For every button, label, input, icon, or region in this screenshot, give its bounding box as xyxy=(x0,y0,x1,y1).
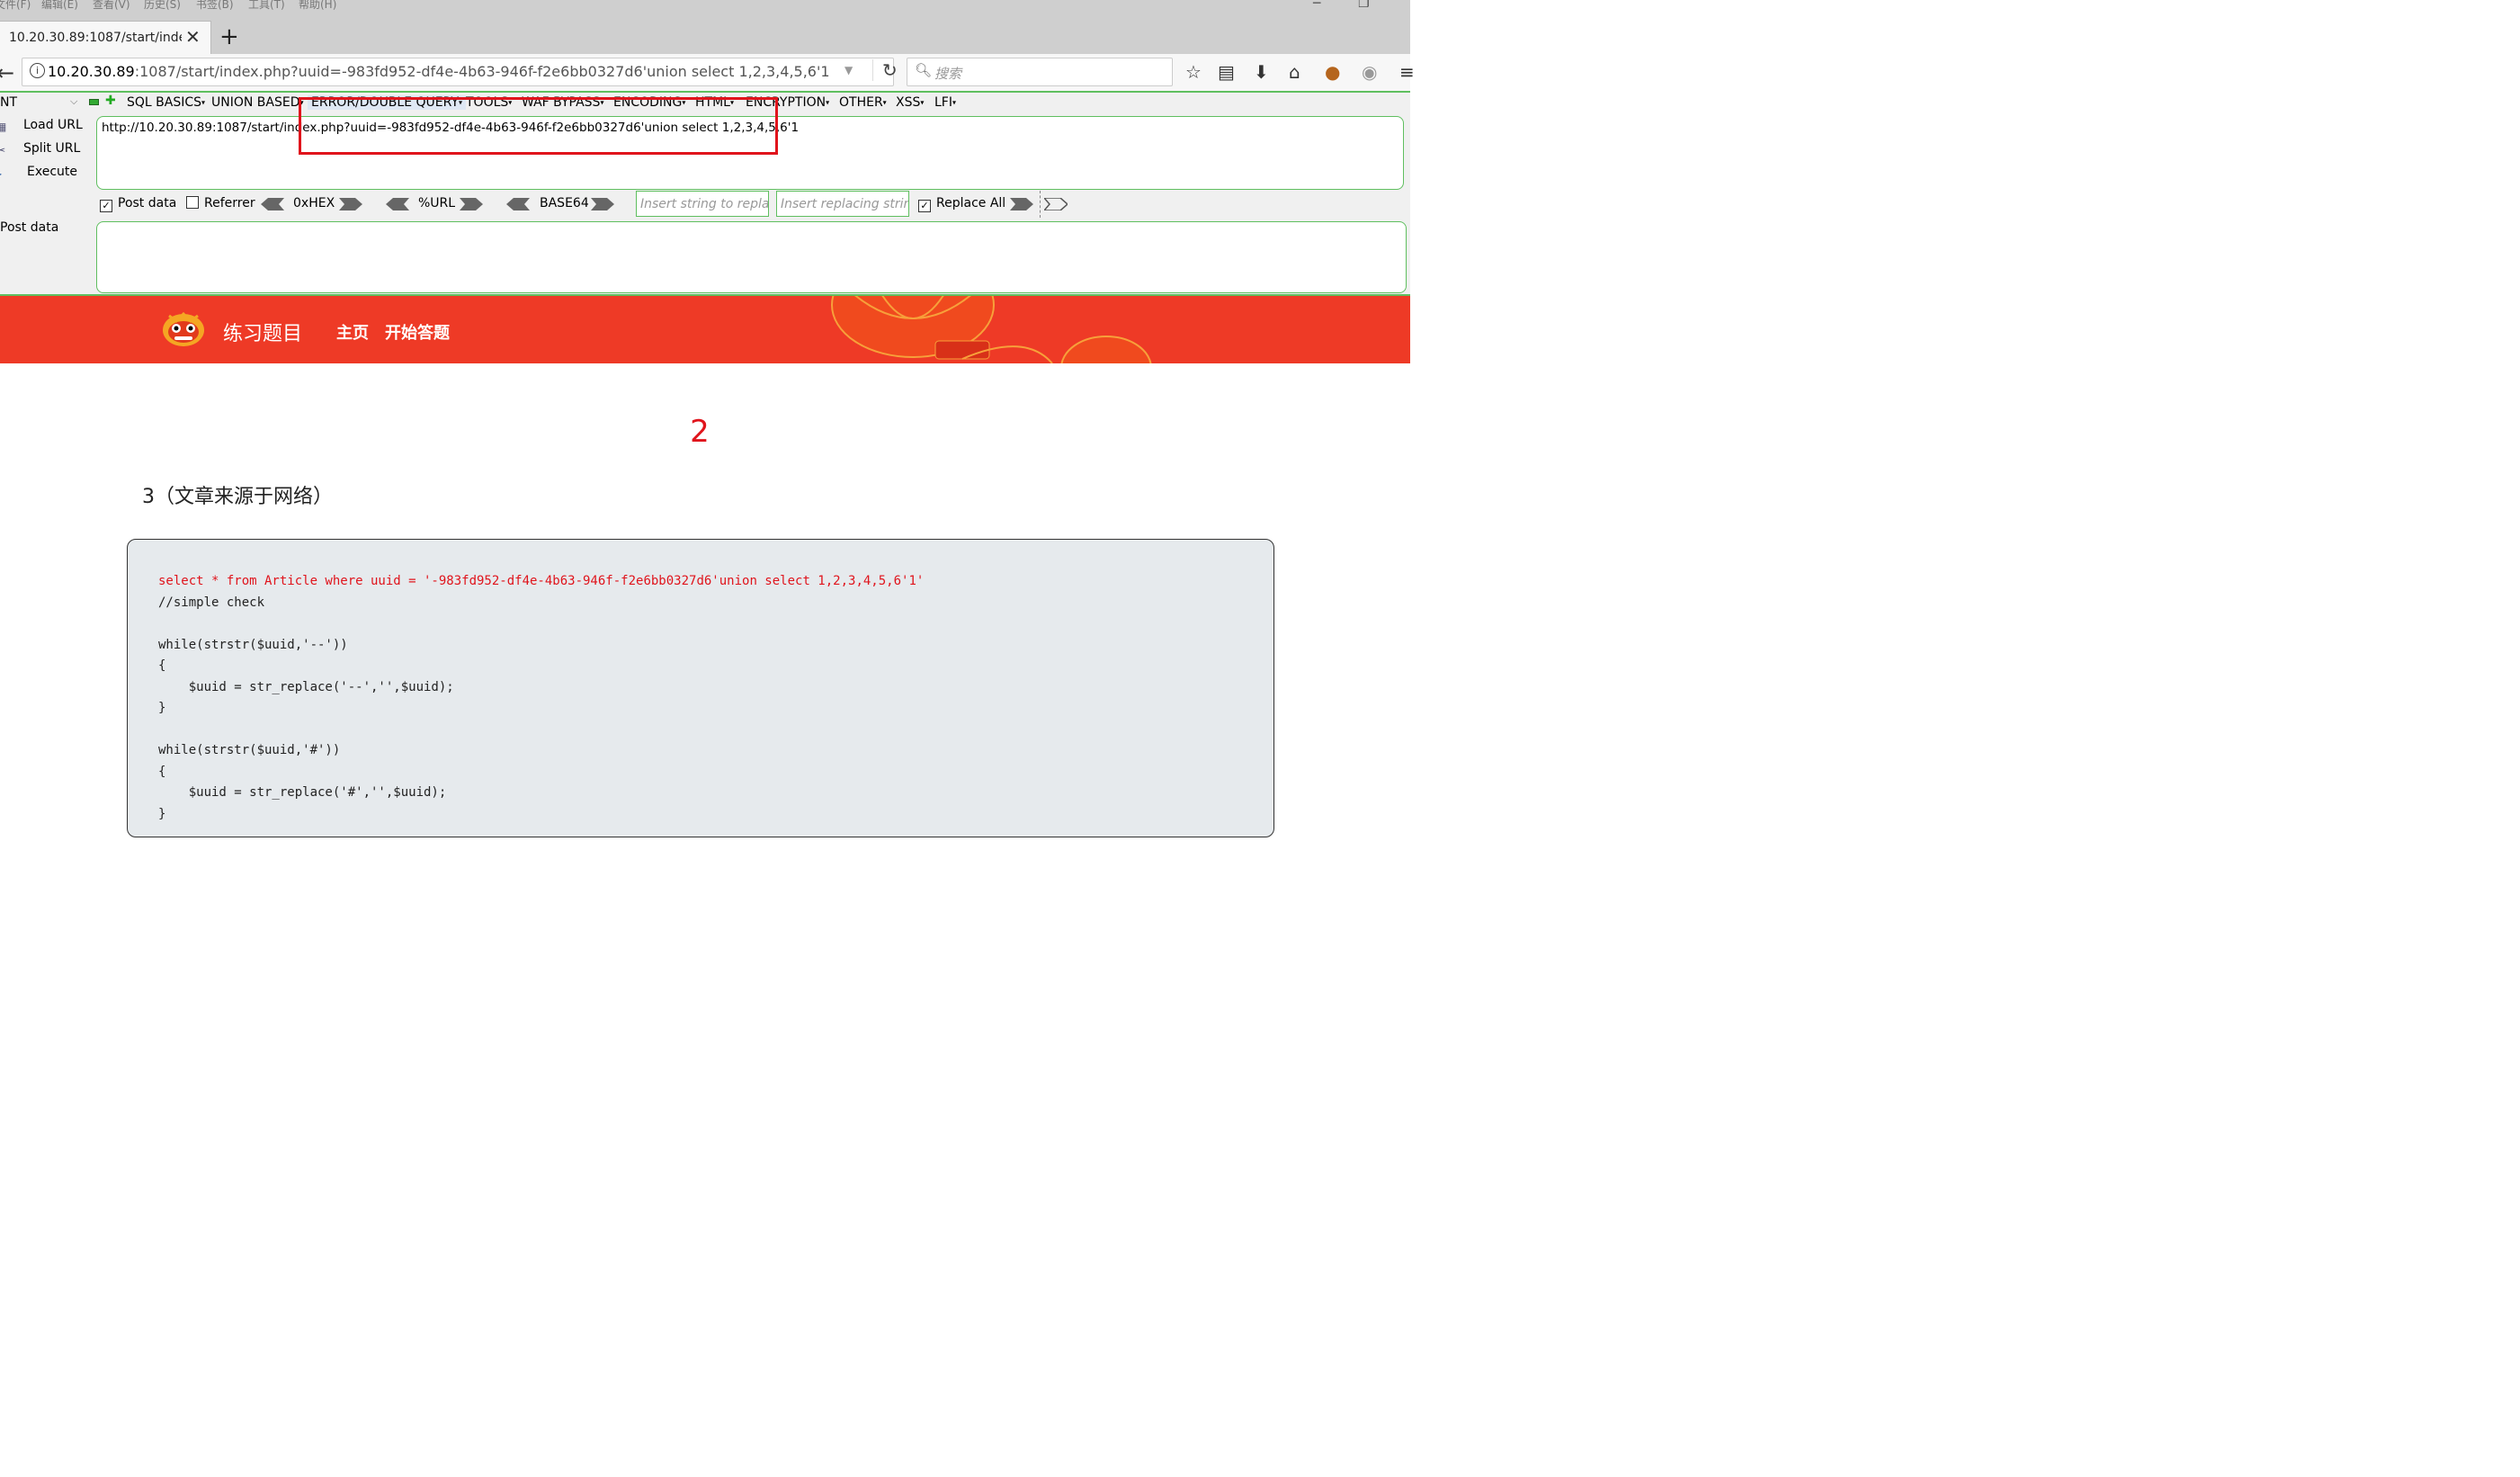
cookie-icon[interactable]: ● xyxy=(1325,61,1340,83)
code-block: select * from Article where uuid = '-983… xyxy=(127,539,1274,837)
new-tab-icon[interactable]: + xyxy=(219,23,239,50)
close-tab-icon[interactable]: ✕ xyxy=(185,26,201,48)
lion-mascot-logo[interactable] xyxy=(162,310,205,348)
search-box[interactable]: 🔍︎ 搜索 xyxy=(907,58,1173,86)
hackbar-version-select[interactable]: NT ⌵ xyxy=(0,95,81,112)
reload-icon[interactable]: ↻ xyxy=(872,59,898,81)
menu-help[interactable]: 帮助(H) xyxy=(299,0,336,12)
replacing-string-input[interactable]: Insert replacing string xyxy=(776,191,909,217)
referrer-check-box xyxy=(186,196,199,209)
hackbar-select-value: NT xyxy=(0,95,18,110)
site-header: 练习题目 主页 开始答题 xyxy=(0,296,1410,363)
base64-encode-arrow-icon[interactable] xyxy=(591,198,614,210)
post-data-checkbox-label: Post data xyxy=(118,196,177,210)
hex-encode-arrow-icon[interactable] xyxy=(339,198,362,210)
menu-other-label: OTHER xyxy=(839,95,883,110)
menu-union-based-label: UNION BASED xyxy=(211,95,300,110)
download-icon[interactable]: ⬇ xyxy=(1254,61,1269,83)
split-url-icon: ✂ xyxy=(0,144,6,157)
hex-decode-arrow-icon[interactable] xyxy=(261,198,284,210)
bookmark-star-icon[interactable]: ☆ xyxy=(1185,61,1202,83)
url-path: :1087/start/index.php?uuid=-983fd952-df4… xyxy=(134,63,830,80)
circle-icon[interactable]: ◉ xyxy=(1362,61,1377,83)
menu-sql-basics-label: SQL BASICS xyxy=(127,95,202,110)
menu-sql-basics[interactable]: SQL BASICS▾ xyxy=(127,95,205,110)
base64-label: BASE64 xyxy=(540,196,589,210)
referrer-checkbox[interactable]: Referrer xyxy=(186,196,255,210)
menu-bookmarks[interactable]: 书签(B) xyxy=(196,0,234,12)
base64-decode-arrow-icon[interactable] xyxy=(506,198,530,210)
browser-menu-bar: 文件(F) 编辑(E) 查看(V) 历史(S) 书签(B) 工具(T) 帮助(H… xyxy=(0,0,1410,13)
url-decode-arrow-icon[interactable] xyxy=(386,198,409,210)
nav-start-quiz-link[interactable]: 开始答题 xyxy=(385,320,450,344)
separator xyxy=(1040,191,1041,218)
menu-lfi-label: LFI xyxy=(934,95,952,110)
lantern-decoration xyxy=(831,296,1152,363)
replace-string-input[interactable]: Insert string to replace xyxy=(636,191,769,217)
menu-file[interactable]: 文件(F) xyxy=(0,0,31,12)
menu-tools[interactable]: 工具(T) xyxy=(248,0,285,12)
hex-label: 0xHEX xyxy=(293,196,335,210)
search-placeholder: 搜索 xyxy=(934,66,962,82)
load-url-icon: ▦ xyxy=(0,121,7,133)
post-data-checkbox[interactable]: ✓ Post data xyxy=(100,196,176,212)
tab-title: 10.20.30.89:1087/start/index.p xyxy=(9,31,182,45)
replace-reverse-arrow-icon[interactable] xyxy=(1044,198,1068,210)
menu-xss[interactable]: XSS▾ xyxy=(896,95,924,110)
post-data-textarea[interactable] xyxy=(96,221,1407,293)
url-dropdown-icon[interactable]: ▼ xyxy=(844,64,853,76)
menu-lfi[interactable]: LFI▾ xyxy=(934,95,956,110)
execute-button[interactable]: Execute xyxy=(27,165,77,179)
browser-tab[interactable]: 10.20.30.89:1087/start/index.p ✕ xyxy=(0,21,211,55)
search-icon: 🔍︎ xyxy=(915,62,933,78)
reading-list-icon[interactable]: ▤ xyxy=(1218,61,1235,83)
highlight-annotation-box xyxy=(299,97,778,155)
minimize-icon[interactable]: ─ xyxy=(1313,0,1320,11)
url-host: 10.20.30.89 xyxy=(48,63,135,80)
replace-all-label: Replace All xyxy=(936,196,1006,210)
home-icon[interactable]: ⌂ xyxy=(1289,61,1300,83)
tab-strip xyxy=(0,13,1410,54)
hamburger-menu-icon[interactable]: ≡ xyxy=(1399,61,1415,83)
menu-union-based[interactable]: UNION BASED▾ xyxy=(211,95,304,110)
replace-arrow-icon[interactable] xyxy=(1010,198,1033,210)
split-url-button[interactable]: Split URL xyxy=(23,141,80,156)
address-bar[interactable]: i 10.20.30.89:1087/start/index.php?uuid=… xyxy=(22,58,898,86)
injection-result-number: 2 xyxy=(690,414,710,450)
menu-edit[interactable]: 编辑(E) xyxy=(41,0,78,12)
replace-all-check-icon: ✓ xyxy=(918,200,931,212)
back-arrow-icon[interactable]: ← xyxy=(0,60,14,85)
replace-all-checkbox[interactable]: ✓ Replace All xyxy=(918,196,1005,212)
url-encode-label: %URL xyxy=(418,196,456,210)
menu-history[interactable]: 历史(S) xyxy=(144,0,181,12)
sql-query-line: select * from Article where uuid = '-983… xyxy=(158,574,925,588)
restore-icon[interactable]: ❐ xyxy=(1358,0,1370,11)
menu-view[interactable]: 查看(V) xyxy=(93,0,130,12)
load-url-button[interactable]: Load URL xyxy=(23,118,83,132)
nav-home-link[interactable]: 主页 xyxy=(336,320,369,344)
php-source-code: //simple check while(strstr($uuid,'--'))… xyxy=(158,595,454,821)
chevron-down-icon: ⌵ xyxy=(70,95,78,107)
article-title: 3（文章来源于网络） xyxy=(142,486,333,508)
site-title: 练习题目 xyxy=(223,323,303,345)
plus-icon[interactable]: ✚ xyxy=(105,94,116,108)
menu-other[interactable]: OTHER▾ xyxy=(839,95,887,110)
referrer-checkbox-label: Referrer xyxy=(204,196,255,210)
menu-xss-label: XSS xyxy=(896,95,921,110)
execute-icon: ▸ xyxy=(0,167,2,180)
minus-icon[interactable] xyxy=(89,99,99,105)
post-data-check-icon: ✓ xyxy=(100,200,112,212)
post-data-label: Post data xyxy=(0,220,59,235)
address-text: 10.20.30.89:1087/start/index.php?uuid=-9… xyxy=(48,63,830,80)
url-encode-arrow-icon[interactable] xyxy=(460,198,483,210)
site-info-icon[interactable]: i xyxy=(30,63,45,78)
